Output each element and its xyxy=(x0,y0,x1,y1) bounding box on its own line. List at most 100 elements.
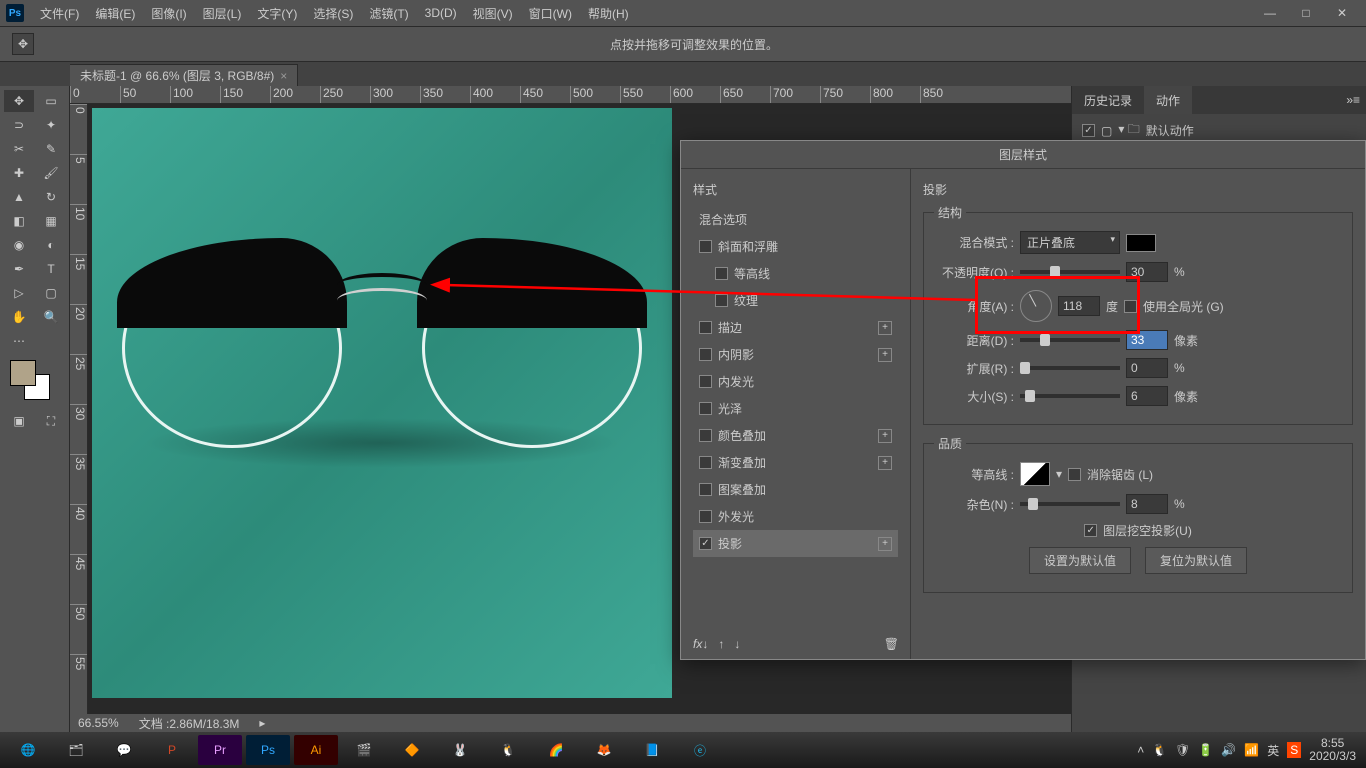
taskbar-ie-icon[interactable]: ⓔ xyxy=(678,735,722,765)
tray-chevron-icon[interactable]: ˄ xyxy=(1137,743,1144,757)
satin-item[interactable]: 光泽 xyxy=(693,395,898,422)
taskbar-app1-icon[interactable]: 🔶 xyxy=(390,735,434,765)
drop-shadow-item[interactable]: 投影+ xyxy=(693,530,898,557)
tray-clock[interactable]: 8:55 2020/3/3 xyxy=(1309,737,1356,763)
taskbar-powerpoint-icon[interactable]: P xyxy=(150,735,194,765)
contour-dropdown-icon[interactable]: ▾ xyxy=(1056,467,1062,481)
zoom-level[interactable]: 66.55% xyxy=(78,716,119,730)
menu-3d[interactable]: 3D(D) xyxy=(417,0,465,26)
tab-history[interactable]: 历史记录 xyxy=(1072,86,1144,114)
taskbar-chrome-icon[interactable]: 🌈 xyxy=(534,735,578,765)
dodge-tool[interactable]: ◐ xyxy=(36,234,66,256)
inner-glow-item[interactable]: 内发光 xyxy=(693,368,898,395)
opacity-input[interactable]: 30 xyxy=(1126,262,1168,282)
document-tab[interactable]: 未标题-1 @ 66.6% (图层 3, RGB/8#) × xyxy=(70,64,298,86)
contour-check[interactable] xyxy=(715,267,728,280)
canvas[interactable] xyxy=(92,108,672,698)
shadow-color-swatch[interactable] xyxy=(1126,234,1156,252)
taskbar-firefox-icon[interactable]: 🦊 xyxy=(582,735,626,765)
size-input[interactable]: 6 xyxy=(1126,386,1168,406)
bevel-item[interactable]: 斜面和浮雕 xyxy=(693,233,898,260)
contour-item[interactable]: 等高线 xyxy=(693,260,898,287)
history-brush-tool[interactable]: ↻ xyxy=(36,186,66,208)
move-tool[interactable]: ✥ xyxy=(4,90,34,112)
menu-select[interactable]: 选择(S) xyxy=(305,0,361,26)
ruler-vertical[interactable]: 0510152025303540455055 xyxy=(70,104,88,714)
size-slider[interactable] xyxy=(1020,394,1120,398)
panel-menu-icon[interactable]: »≡ xyxy=(1340,93,1366,107)
innerglow-check[interactable] xyxy=(699,375,712,388)
pat-overlay-item[interactable]: 图案叠加 xyxy=(693,476,898,503)
gradoverlay-check[interactable] xyxy=(699,456,712,469)
menu-file[interactable]: 文件(F) xyxy=(32,0,87,26)
angle-input[interactable]: 118 xyxy=(1058,296,1100,316)
distance-input[interactable]: 33 xyxy=(1126,330,1168,350)
noise-input[interactable]: 8 xyxy=(1126,494,1168,514)
menu-view[interactable]: 视图(V) xyxy=(465,0,521,26)
grad-overlay-item[interactable]: 渐变叠加+ xyxy=(693,449,898,476)
action-check[interactable] xyxy=(1082,124,1095,137)
taskbar-qq-icon[interactable]: 🐧 xyxy=(486,735,530,765)
menu-help[interactable]: 帮助(H) xyxy=(580,0,637,26)
texture-item[interactable]: 纹理 xyxy=(693,287,898,314)
screenmode-tool[interactable]: ⛶ xyxy=(36,410,66,432)
brush-tool[interactable]: 🖌 xyxy=(36,162,66,184)
blend-options-item[interactable]: 混合选项 xyxy=(693,206,898,233)
antialias-check[interactable] xyxy=(1068,468,1081,481)
texture-check[interactable] xyxy=(715,294,728,307)
action-modal-icon[interactable]: ▢ xyxy=(1101,124,1112,138)
move-tool-icon[interactable]: ✥ xyxy=(12,33,34,55)
hand-tool[interactable]: ✋ xyxy=(4,306,34,328)
layer-style-dialog[interactable]: 图层样式 样式 混合选项 斜面和浮雕 等高线 纹理 描边+ 内阴影+ 内发光 光… xyxy=(680,140,1366,660)
ruler-horizontal[interactable]: 0501001502002503003504004505005506006507… xyxy=(70,86,1071,104)
maximize-button[interactable]: □ xyxy=(1290,4,1322,22)
pen-tool[interactable]: ✒ xyxy=(4,258,34,280)
foreground-color[interactable] xyxy=(10,360,36,386)
reset-default-button[interactable]: 复位为默认值 xyxy=(1145,547,1247,574)
tab-actions[interactable]: 动作 xyxy=(1144,86,1192,114)
dropshadow-add-icon[interactable]: + xyxy=(878,537,892,551)
menu-edit[interactable]: 编辑(E) xyxy=(87,0,143,26)
taskbar-premiere-icon[interactable]: Pr xyxy=(198,735,242,765)
color-overlay-item[interactable]: 颜色叠加+ xyxy=(693,422,898,449)
set-default-button[interactable]: 设置为默认值 xyxy=(1029,547,1131,574)
gradient-tool[interactable]: ▦ xyxy=(36,210,66,232)
menu-filter[interactable]: 滤镜(T) xyxy=(361,0,416,26)
magic-wand-tool[interactable]: ✦ xyxy=(36,114,66,136)
close-tab-icon[interactable]: × xyxy=(280,69,287,83)
stamp-tool[interactable]: ▲ xyxy=(4,186,34,208)
outerglow-check[interactable] xyxy=(699,510,712,523)
tray-ime[interactable]: 英 xyxy=(1267,742,1279,759)
minimize-button[interactable]: — xyxy=(1254,4,1286,22)
zoom-tool[interactable]: 🔍 xyxy=(36,306,66,328)
opacity-slider[interactable] xyxy=(1020,270,1120,274)
bevel-check[interactable] xyxy=(699,240,712,253)
menu-layer[interactable]: 图层(L) xyxy=(195,0,250,26)
tray-network-icon[interactable]: 📶 xyxy=(1244,743,1259,757)
dialog-title[interactable]: 图层样式 xyxy=(681,141,1365,169)
menu-image[interactable]: 图像(I) xyxy=(143,0,194,26)
coloroverlay-add-icon[interactable]: + xyxy=(878,429,892,443)
blur-tool[interactable]: ◉ xyxy=(4,234,34,256)
taskbar-media-icon[interactable]: 🎬 xyxy=(342,735,386,765)
taskbar-wechat-icon[interactable]: 💬 xyxy=(102,735,146,765)
eyedropper-tool[interactable]: ✎ xyxy=(36,138,66,160)
innershadow-check[interactable] xyxy=(699,348,712,361)
tray-shield-icon[interactable]: 🛡 xyxy=(1175,743,1190,757)
outer-glow-item[interactable]: 外发光 xyxy=(693,503,898,530)
tray-qq-icon[interactable]: 🐧 xyxy=(1152,743,1167,757)
blendmode-select[interactable]: 正片叠底 xyxy=(1020,231,1120,254)
taskbar-illustrator-icon[interactable]: Ai xyxy=(294,735,338,765)
inner-shadow-item[interactable]: 内阴影+ xyxy=(693,341,898,368)
fx-icon[interactable]: fx↓ xyxy=(693,637,708,651)
distance-slider[interactable] xyxy=(1020,338,1120,342)
taskbar-notes-icon[interactable]: 📘 xyxy=(630,735,674,765)
color-swatches[interactable] xyxy=(0,356,69,406)
gradoverlay-add-icon[interactable]: + xyxy=(878,456,892,470)
angle-dial[interactable] xyxy=(1020,290,1052,322)
spread-slider[interactable] xyxy=(1020,366,1120,370)
coloroverlay-check[interactable] xyxy=(699,429,712,442)
marquee-tool[interactable]: ▭ xyxy=(36,90,66,112)
type-tool[interactable]: T xyxy=(36,258,66,280)
stroke-item[interactable]: 描边+ xyxy=(693,314,898,341)
